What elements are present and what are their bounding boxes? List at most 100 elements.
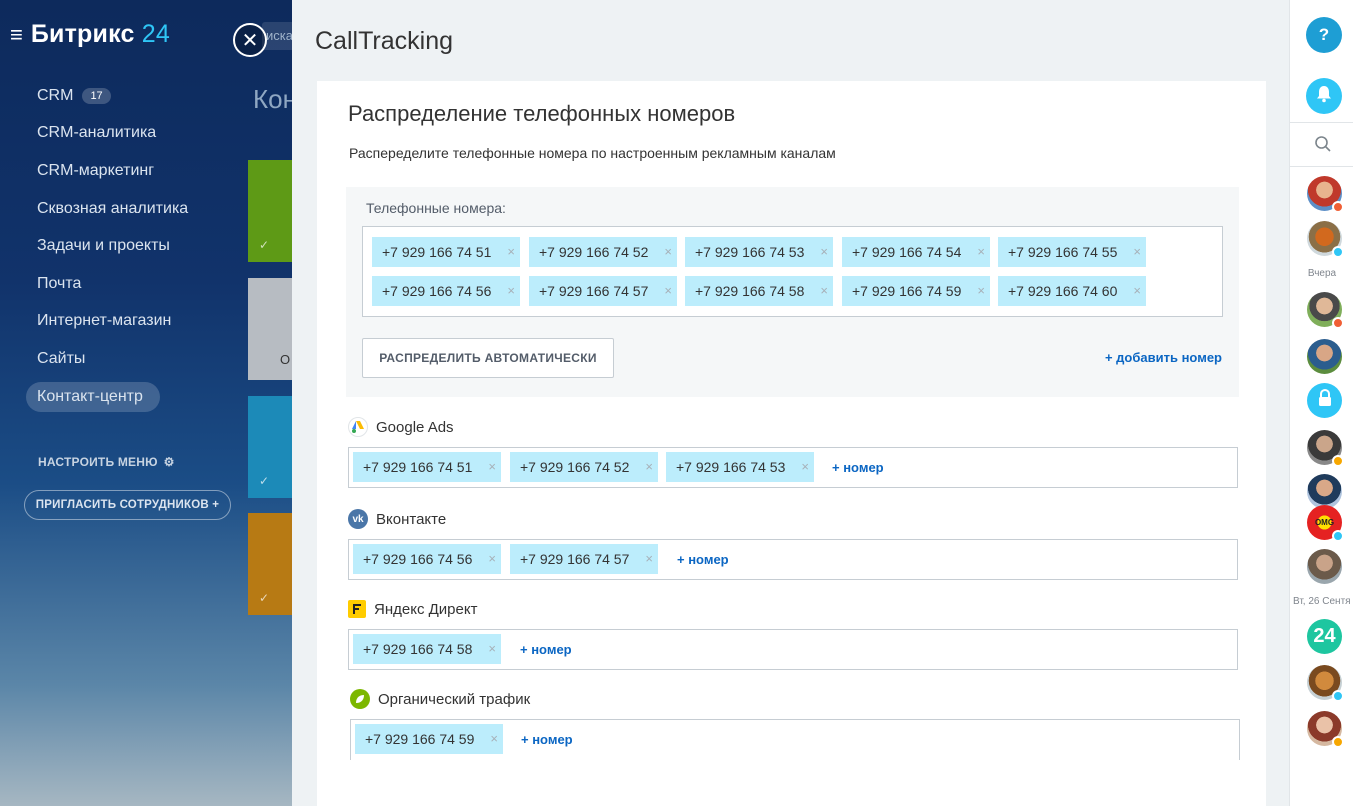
channel-name: Органический трафик — [378, 690, 531, 708]
channel-numbers-box[interactable]: +7 929 166 74 51 × +7 929 166 74 52 × +7 9… — [348, 447, 1238, 488]
yandex-direct-icon — [348, 600, 366, 618]
search-icon[interactable] — [1314, 135, 1332, 158]
status-badge — [1332, 690, 1344, 702]
channel-header: vk Вконтакте — [348, 509, 1238, 529]
avatar[interactable] — [1307, 383, 1342, 418]
remove-tag-icon[interactable]: × — [977, 283, 985, 298]
leaf-icon — [350, 689, 370, 709]
avatar[interactable] — [1307, 221, 1344, 258]
phone-pool: Телефонные номера: +7 929 166 74 51 × +7 … — [346, 187, 1239, 397]
remove-tag-icon[interactable]: × — [801, 459, 809, 474]
remove-tag-icon[interactable]: × — [645, 551, 653, 566]
remove-tag-icon[interactable]: × — [977, 244, 985, 259]
crm-count-badge: 17 — [82, 87, 111, 104]
remove-tag-icon[interactable]: × — [488, 641, 496, 656]
menu-item-end-to-end-analytics[interactable]: Сквозная аналитика — [26, 190, 236, 228]
background-app: ≡ Битрикс 24 иска Кон CRM 17 CRM-аналитик… — [0, 0, 292, 806]
remove-tag-icon[interactable]: × — [507, 283, 515, 298]
bitrix-logo[interactable]: Битрикс 24 — [31, 20, 170, 49]
status-badge — [1332, 201, 1344, 213]
channel-header: Органический трафик — [350, 689, 1240, 709]
phone-tag: +7 929 166 74 58 × — [353, 634, 501, 664]
remove-tag-icon[interactable]: × — [488, 459, 496, 474]
bg-tile-blue: ✓ — [248, 396, 292, 498]
remove-tag-icon[interactable]: × — [1133, 244, 1141, 259]
section-description: Распеределите телефонные номера по настр… — [349, 145, 836, 161]
avatar[interactable] — [1307, 339, 1342, 374]
avatar[interactable] — [1307, 292, 1344, 329]
channel-name: Яндекс Директ — [374, 600, 478, 618]
menu-item-contact-center[interactable]: Контакт-центр — [26, 381, 160, 412]
menu-item-crm[interactable]: CRM 17 — [26, 77, 236, 115]
status-badge — [1332, 455, 1344, 467]
date-label: Вчера — [1307, 268, 1337, 279]
left-menu: CRM 17 CRM-аналитика CRM-маркетинг Сквозн… — [26, 77, 236, 415]
help-button[interactable]: ? — [1306, 17, 1342, 53]
phone-tag: +7 929 166 74 54 × — [842, 237, 990, 267]
remove-tag-icon[interactable]: × — [820, 244, 828, 259]
phone-tag: +7 929 166 74 52 × — [510, 452, 658, 482]
menu-item-online-store[interactable]: Интернет-магазин — [26, 303, 236, 341]
avatar[interactable] — [1307, 474, 1342, 509]
menu-item-tasks[interactable]: Задачи и проекты — [26, 227, 236, 265]
avatar[interactable] — [1307, 430, 1344, 467]
bg-tile-grey: О — [248, 278, 292, 380]
avatar[interactable] — [1307, 549, 1342, 584]
phone-tag: +7 929 166 74 59 × — [355, 724, 503, 754]
phone-tag: +7 929 166 74 59 × — [842, 276, 990, 306]
menu-item-sites[interactable]: Сайты — [26, 340, 236, 378]
phone-tag: +7 929 166 74 51 × — [372, 237, 520, 267]
divider — [1290, 122, 1353, 123]
remove-tag-icon[interactable]: × — [507, 244, 515, 259]
vk-icon: vk — [348, 509, 368, 529]
channel-numbers-box[interactable]: +7 929 166 74 59 × + номер — [350, 719, 1240, 760]
avatar-omg[interactable]: OMG — [1307, 505, 1344, 542]
status-badge — [1332, 246, 1344, 258]
avatar[interactable] — [1307, 665, 1344, 702]
remove-tag-icon[interactable]: × — [488, 551, 496, 566]
phone-tag: +7 929 166 74 56 × — [353, 544, 501, 574]
remove-tag-icon[interactable]: × — [1133, 283, 1141, 298]
bell-icon — [1316, 85, 1332, 108]
phone-tag: +7 929 166 74 53 × — [666, 452, 814, 482]
channel-name: Вконтакте — [376, 510, 447, 528]
close-slider-button[interactable]: ✕ — [233, 23, 267, 57]
right-bar: ? Вчера OMG Вт, 26 Сентя 24 — [1289, 0, 1353, 806]
menu-item-mail[interactable]: Почта — [26, 265, 236, 303]
add-number-button[interactable]: + номер — [521, 732, 573, 747]
phone-tag: +7 929 166 74 53 × — [685, 237, 833, 267]
status-badge — [1332, 530, 1344, 542]
bitrix24-avatar[interactable]: 24 — [1307, 619, 1342, 654]
configure-menu-button[interactable]: НАСТРОИТЬ МЕНЮ ⚙ — [38, 455, 175, 469]
avatar[interactable] — [1307, 176, 1344, 213]
remove-tag-icon[interactable]: × — [820, 283, 828, 298]
remove-tag-icon[interactable]: × — [664, 283, 672, 298]
close-icon: ✕ — [241, 29, 259, 52]
date-label: Вт, 26 Сентя — [1293, 596, 1351, 607]
bg-tile-label: О — [280, 352, 291, 367]
add-number-button[interactable]: + номер — [832, 460, 884, 475]
bg-tile-orange: ✓ — [248, 513, 292, 615]
check-icon: ✓ — [259, 591, 270, 605]
add-number-button[interactable]: + номер — [677, 552, 729, 567]
distribute-automatically-button[interactable]: РАСПРЕДЕЛИТЬ АВТОМАТИЧЕСКИ — [362, 338, 614, 378]
pool-label: Телефонные номера: — [366, 200, 506, 216]
menu-burger-icon[interactable]: ≡ — [10, 23, 23, 46]
menu-item-crm-analytics[interactable]: CRM-аналитика — [26, 115, 236, 153]
channel-numbers-box[interactable]: +7 929 166 74 56 × +7 929 166 74 57 × + но… — [348, 539, 1238, 580]
notifications-button[interactable] — [1306, 78, 1342, 114]
avatar[interactable] — [1307, 711, 1344, 748]
channel-yandex-direct: Яндекс Директ +7 929 166 74 58 × + номер — [348, 599, 1238, 670]
remove-tag-icon[interactable]: × — [490, 731, 498, 746]
gear-icon: ⚙ — [163, 455, 175, 469]
phone-tag: +7 929 166 74 56 × — [372, 276, 520, 306]
add-number-button[interactable]: + номер — [520, 642, 572, 657]
google-ads-icon — [348, 417, 368, 437]
phone-pool-box[interactable]: +7 929 166 74 51 × +7 929 166 74 52 × +7 9… — [362, 226, 1223, 317]
channel-numbers-box[interactable]: +7 929 166 74 58 × + номер — [348, 629, 1238, 670]
remove-tag-icon[interactable]: × — [645, 459, 653, 474]
remove-tag-icon[interactable]: × — [664, 244, 672, 259]
invite-employees-button[interactable]: ПРИГЛАСИТЬ СОТРУДНИКОВ + — [24, 490, 231, 520]
add-number-link[interactable]: + добавить номер — [1105, 350, 1222, 365]
menu-item-crm-marketing[interactable]: CRM-маркетинг — [26, 152, 236, 190]
